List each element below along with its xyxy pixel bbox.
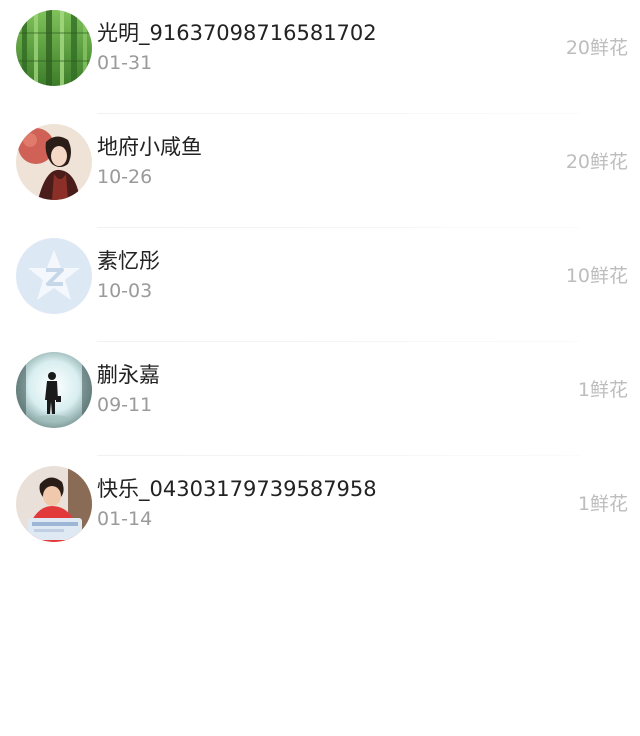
- avatar[interactable]: [16, 10, 92, 86]
- list-item[interactable]: 地府小咸鱼 10-26 20鲜花: [0, 114, 640, 228]
- silhouette-avatar-image: [16, 352, 92, 428]
- user-name: 快乐_04303179739587958: [97, 477, 377, 501]
- gift-record-list: 光明_91637098716581702 01-31 20鲜花 地府小咸鱼 10…: [0, 0, 640, 570]
- gift-date: 01-14: [97, 508, 153, 530]
- list-item[interactable]: 快乐_04303179739587958 01-14 1鲜花: [0, 456, 640, 570]
- avatar[interactable]: [16, 124, 92, 200]
- list-item[interactable]: 素忆彤 10-03 10鲜花: [0, 228, 640, 342]
- list-item[interactable]: 光明_91637098716581702 01-31 20鲜花: [0, 0, 640, 114]
- gift-date: 10-03: [97, 280, 153, 302]
- gift-date: 01-31: [97, 52, 153, 74]
- gift-amount: 1鲜花: [577, 379, 628, 401]
- character-avatar-image: [16, 124, 92, 200]
- bamboo-avatar-image: [16, 10, 92, 86]
- user-name: 光明_91637098716581702: [97, 21, 377, 45]
- child-avatar-image: [16, 466, 92, 542]
- avatar[interactable]: [16, 352, 92, 428]
- gift-amount: 20鲜花: [565, 151, 628, 173]
- avatar[interactable]: [16, 238, 92, 314]
- user-name: 地府小咸鱼: [97, 135, 202, 159]
- avatar[interactable]: [16, 466, 92, 542]
- user-name: 蒯永嘉: [97, 363, 160, 387]
- gift-date: 09-11: [97, 394, 153, 416]
- gift-date: 10-26: [97, 166, 153, 188]
- default-avatar-image: [16, 238, 92, 314]
- gift-amount: 1鲜花: [577, 493, 628, 515]
- list-item[interactable]: 蒯永嘉 09-11 1鲜花: [0, 342, 640, 456]
- gift-amount: 20鲜花: [565, 37, 628, 59]
- user-name: 素忆彤: [97, 249, 160, 273]
- gift-amount: 10鲜花: [565, 265, 628, 287]
